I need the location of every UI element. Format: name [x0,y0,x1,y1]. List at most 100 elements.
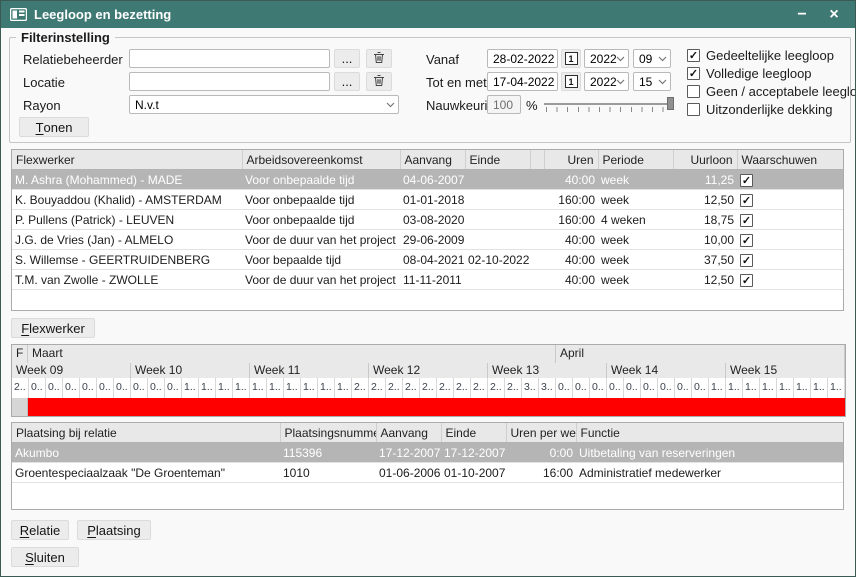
aanvang-cell: 01-06-2006 [376,463,441,483]
periode-cell: week [598,250,673,270]
timeline-day-label: 1.. [709,378,726,398]
timeline-week-label: Week 12 [369,363,488,378]
timeline-day-label: 2.. [420,378,437,398]
uurloon-cell: 18,75 [673,210,737,230]
timeline-day-label: 1.. [301,378,318,398]
tot-week-select[interactable]: 15 [633,72,671,91]
timeline-day-label: 1.. [284,378,301,398]
nauwkeurigheid-slider[interactable] [544,95,674,114]
filter-checkbox-row: ✓Gedeeltelijke leegloop [687,48,834,63]
filter-checkbox[interactable]: ✓ [687,67,700,80]
flexwerker-cell: P. Pullens (Patrick) - LEUVEN [12,210,242,230]
aanvang-cell: 11-11-2011 [400,270,465,290]
timeline-day-label: 0.. [46,378,63,398]
flexwerker-row[interactable]: T.M. van Zwolle - ZWOLLEVoor de duur van… [12,270,844,290]
vanaf-calendar-button[interactable]: 1 [561,49,581,68]
periode-cell: week [598,230,673,250]
plaatsing-column-header[interactable]: Functie [576,423,844,443]
flexwerker-column-header[interactable]: Uurloon [673,150,737,170]
waarschuwen-cell: ✓ [737,170,844,190]
filter-group-label: Filterinstelling [16,30,115,45]
tot-date-input[interactable]: 17-04-2022 [487,72,558,91]
timeline-day-label: 1.. [216,378,233,398]
trash-icon [373,51,385,67]
waarschuwen-checkbox[interactable]: ✓ [740,254,753,267]
chevron-down-icon [386,102,395,108]
relatiebeheerder-label: Relatiebeheerder [23,52,123,67]
plaatsing-column-header[interactable]: Plaatsing bij relatie [12,423,280,443]
locatie-browse-button[interactable]: ... [334,72,360,91]
filter-checkbox-label: Uitzonderlijke dekking [706,102,832,117]
flexwerker-column-header[interactable]: Waarschuwen [737,150,844,170]
relatie-button[interactable]: Relatie [11,520,69,540]
sluiten-button[interactable]: Sluiten [11,547,79,567]
nauwkeurigheid-input[interactable]: 100 [487,95,521,114]
flexwerker-column-header[interactable]: Uren [544,150,598,170]
flexwerker-cell: J.G. de Vries (Jan) - ALMELO [12,230,242,250]
flexwerker-column-header[interactable]: Einde [465,150,530,170]
leegloop-bar[interactable] [28,398,845,416]
tonen-button[interactable]: Tonen [19,117,89,137]
uren-cell: 160:00 [544,190,598,210]
flexwerker-row[interactable]: K. Bouyaddou (Khalid) - AMSTERDAMVoor on… [12,190,844,210]
relatie-cell: Groentespeciaalzaak "De Groenteman" [12,463,280,483]
vanaf-week-select[interactable]: 09 [633,49,671,68]
flexwerker-row[interactable]: J.G. de Vries (Jan) - ALMELOVoor de duur… [12,230,844,250]
slider-track [544,103,674,105]
waarschuwen-checkbox[interactable]: ✓ [740,234,753,247]
flexwerker-row[interactable]: P. Pullens (Patrick) - LEUVENVoor onbepa… [12,210,844,230]
plaatsing-column-header[interactable]: Einde [441,423,506,443]
minimize-icon[interactable]: − [793,1,811,28]
timeline-week-label: Week 13 [488,363,607,378]
plaatsing-row[interactable]: Groentespeciaalzaak "De Groenteman"10100… [12,463,844,483]
einde-cell: 02-10-2022 [465,250,530,270]
locatie-clear-button[interactable] [366,72,392,91]
locatie-input[interactable] [129,72,330,91]
waarschuwen-cell: ✓ [737,210,844,230]
vanaf-year-select[interactable]: 2022 [584,49,629,68]
flexwerker-grid: FlexwerkerArbeidsovereenkomstAanvangEind… [11,149,844,311]
plaatsing-column-header[interactable]: Plaatsingsnummer [280,423,376,443]
filter-checkbox[interactable]: ✓ [687,49,700,62]
tot-year-select[interactable]: 2022 [584,72,629,91]
timeline-day-label: 2.. [471,378,488,398]
flexwerker-column-header[interactable]: Arbeidsovereenkomst [242,150,400,170]
timeline-day-label: 1.. [267,378,284,398]
waarschuwen-checkbox[interactable]: ✓ [740,194,753,207]
rayon-select[interactable]: N.v.t [129,95,399,114]
flexwerker-row[interactable]: S. Willemse - GEERTRUIDENBERGVoor bepaal… [12,250,844,270]
arbeidsovereenkomst-cell: Voor de duur van het project [242,270,400,290]
timeline-day-label: 0.. [114,378,131,398]
waarschuwen-cell: ✓ [737,270,844,290]
filter-checkbox[interactable] [687,103,700,116]
filter-checkbox[interactable] [687,85,700,98]
waarschuwen-checkbox[interactable]: ✓ [740,174,753,187]
flexwerker-column-header[interactable]: Flexwerker [12,150,242,170]
waarschuwen-checkbox[interactable]: ✓ [740,274,753,287]
plaatsing-button[interactable]: Plaatsing [77,520,151,540]
arbeidsovereenkomst-cell: Voor bepaalde tijd [242,250,400,270]
relatiebeheerder-browse-button[interactable]: ... [334,49,360,68]
relatiebeheerder-input[interactable] [129,49,330,68]
close-icon[interactable]: × [825,1,843,28]
vanaf-date-input[interactable]: 28-02-2022 [487,49,558,68]
uren-cell: 40:00 [544,230,598,250]
filter-checkbox-label: Geen / acceptabele leegloop [706,84,856,99]
timeline-day-label: 0.. [97,378,114,398]
slider-thumb[interactable] [667,97,674,110]
relatiebeheerder-clear-button[interactable] [366,49,392,68]
flexwerker-column-header[interactable] [530,150,544,170]
waarschuwen-checkbox[interactable]: ✓ [740,214,753,227]
plaatsing-column-header[interactable]: Aanvang [376,423,441,443]
plaatsing-row[interactable]: Akumbo11539617-12-200717-12-20070:00Uitb… [12,443,844,463]
flexwerker-row[interactable]: M. Ashra (Mohammed) - MADEVoor onbepaald… [12,170,844,190]
timeline-day-label: 0.. [63,378,80,398]
flexwerker-column-header[interactable]: Periode [598,150,673,170]
plaatsing-column-header[interactable]: Uren per we... [506,423,576,443]
einde-cell [465,210,530,230]
aanvang-cell: 03-08-2020 [400,210,465,230]
flexwerker-button[interactable]: Flexwerker [11,318,95,338]
tot-calendar-button[interactable]: 1 [561,72,581,91]
periode-cell: week [598,190,673,210]
flexwerker-column-header[interactable]: Aanvang [400,150,465,170]
